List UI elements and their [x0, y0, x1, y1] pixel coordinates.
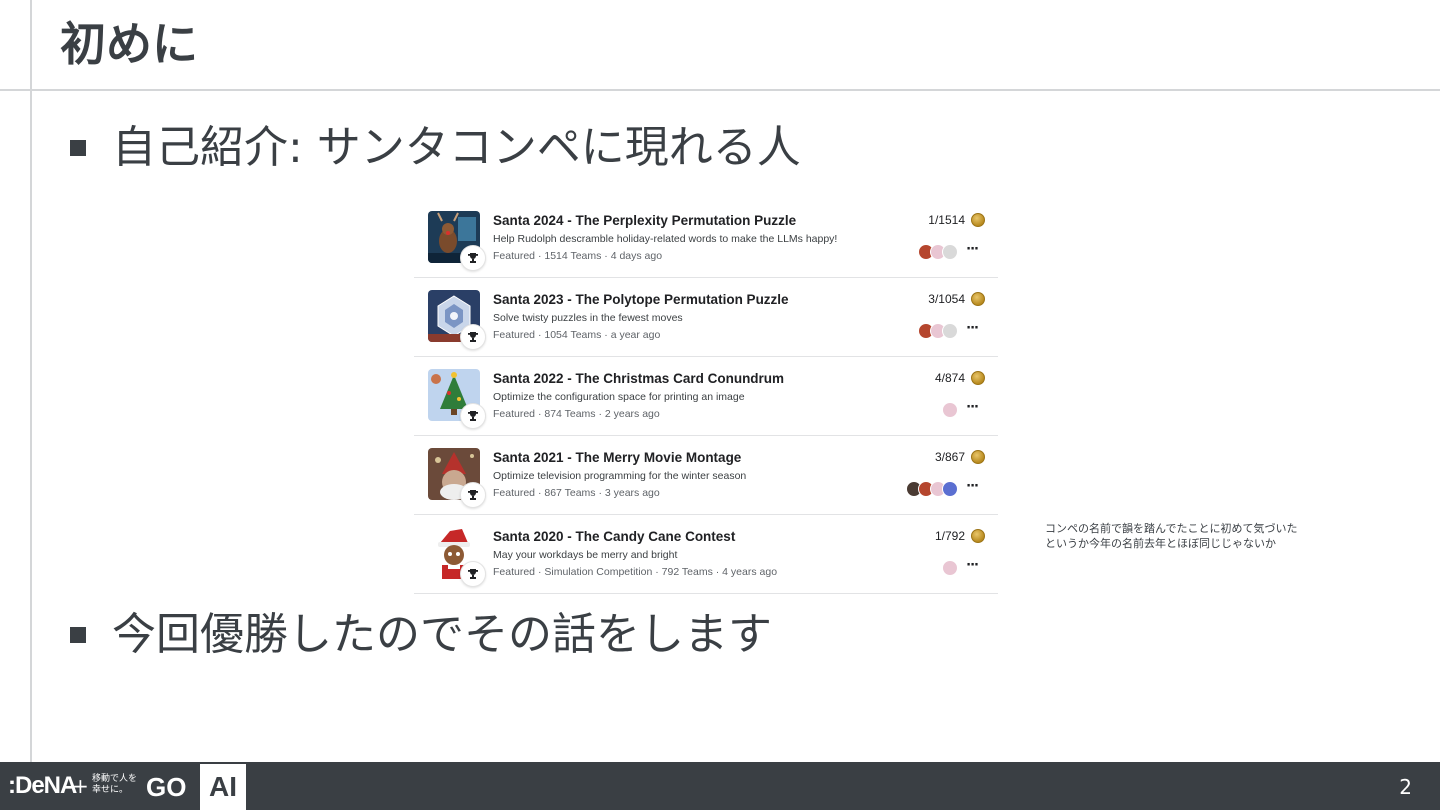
- logo-plus: +: [72, 774, 89, 798]
- competition-description: Help Rudolph descramble holiday-related …: [493, 233, 838, 245]
- competition-title[interactable]: Santa 2022 - The Christmas Card Conundru…: [493, 371, 784, 386]
- bullet-square-icon: [70, 140, 86, 156]
- gold-medal-icon: [971, 292, 985, 306]
- ai-logo: AI: [200, 764, 246, 810]
- competition-title[interactable]: Santa 2020 - The Candy Cane Contest: [493, 529, 735, 544]
- competition-row[interactable]: Santa 2023 - The Polytope Permutation Pu…: [414, 278, 998, 357]
- competition-row[interactable]: Santa 2021 - The Merry Movie Montage Opt…: [414, 436, 998, 515]
- competition-meta: Featured · 1514 Teams · 4 days ago: [493, 250, 663, 262]
- trophy-icon: [460, 561, 486, 587]
- more-options-icon[interactable]: ···: [966, 479, 979, 494]
- note-line: というか今年の名前去年とほぼ同じじゃないか: [1045, 537, 1276, 550]
- avatar: [942, 323, 958, 339]
- gold-medal-icon: [971, 213, 985, 227]
- competition-meta: Featured · 1054 Teams · a year ago: [493, 329, 661, 341]
- team-avatars: [942, 402, 958, 418]
- avatar: [942, 244, 958, 260]
- competition-list: Santa 2024 - The Perplexity Permutation …: [414, 199, 998, 595]
- team-avatars: [918, 244, 958, 260]
- gold-medal-icon: [971, 529, 985, 543]
- team-rank: 4/874: [934, 371, 965, 385]
- team-rank: 3/867: [934, 450, 965, 464]
- bullet-square-icon: [70, 627, 86, 643]
- team-avatars: [918, 323, 958, 339]
- competition-title[interactable]: Santa 2023 - The Polytope Permutation Pu…: [493, 292, 789, 307]
- trophy-icon: [460, 403, 486, 429]
- competition-description: Optimize the configuration space for pri…: [493, 391, 745, 403]
- trophy-icon: [460, 482, 486, 508]
- team-rank: 3/1054: [928, 292, 965, 306]
- team-rank: 1/792: [934, 529, 965, 543]
- go-logo: GO: [146, 772, 187, 802]
- title-rule: [0, 89, 1440, 91]
- competition-row[interactable]: Santa 2020 - The Candy Cane Contest May …: [414, 515, 998, 594]
- page-number: 2: [1399, 775, 1412, 799]
- more-options-icon[interactable]: ···: [966, 558, 979, 573]
- bullet-self-intro: 自己紹介: サンタコンペに現れる人: [70, 120, 801, 176]
- competition-row[interactable]: Santa 2024 - The Perplexity Permutation …: [414, 199, 998, 278]
- footer-bar: :DeNA + 移動で人を幸せに。 GO AI 2: [0, 762, 1440, 810]
- bullet-winner: 今回優勝したのでその話をします: [70, 607, 772, 663]
- competition-description: May your workdays be merry and bright: [493, 549, 678, 561]
- left-rule: [30, 0, 32, 762]
- competition-meta: Featured · 867 Teams · 3 years ago: [493, 487, 660, 499]
- bullet-text: 今回優勝したのでその話をします: [112, 609, 772, 660]
- more-options-icon[interactable]: ···: [966, 321, 979, 336]
- competition-description: Optimize television programming for the …: [493, 470, 747, 482]
- team-rank: 1/1514: [928, 213, 965, 227]
- avatar: [942, 481, 958, 497]
- page-title: 初めに: [60, 17, 198, 71]
- competition-description: Solve twisty puzzles in the fewest moves: [493, 312, 683, 324]
- competition-title[interactable]: Santa 2021 - The Merry Movie Montage: [493, 450, 741, 465]
- avatar: [942, 402, 958, 418]
- competition-row[interactable]: Santa 2022 - The Christmas Card Conundru…: [414, 357, 998, 436]
- dena-logo: :DeNA: [8, 772, 77, 799]
- competition-title[interactable]: Santa 2024 - The Perplexity Permutation …: [493, 213, 796, 228]
- go-tagline: 移動で人を幸せに。: [92, 774, 138, 795]
- more-options-icon[interactable]: ···: [966, 400, 979, 415]
- bullet-text: 自己紹介: サンタコンペに現れる人: [112, 122, 801, 173]
- competition-meta: Featured · Simulation Competition · 792 …: [493, 566, 778, 578]
- competition-meta: Featured · 874 Teams · 2 years ago: [493, 408, 660, 420]
- gold-medal-icon: [971, 450, 985, 464]
- speaker-note: コンペの名前で韻を踏んでたことに初めて気づいた というか今年の名前去年とほぼ同じ…: [1045, 521, 1297, 551]
- gold-medal-icon: [971, 371, 985, 385]
- team-avatars: [906, 481, 958, 497]
- avatar: [942, 560, 958, 576]
- team-avatars: [942, 560, 958, 576]
- note-line: コンペの名前で韻を踏んでたことに初めて気づいた: [1045, 522, 1298, 535]
- more-options-icon[interactable]: ···: [966, 242, 979, 257]
- trophy-icon: [460, 324, 486, 350]
- trophy-icon: [460, 245, 486, 271]
